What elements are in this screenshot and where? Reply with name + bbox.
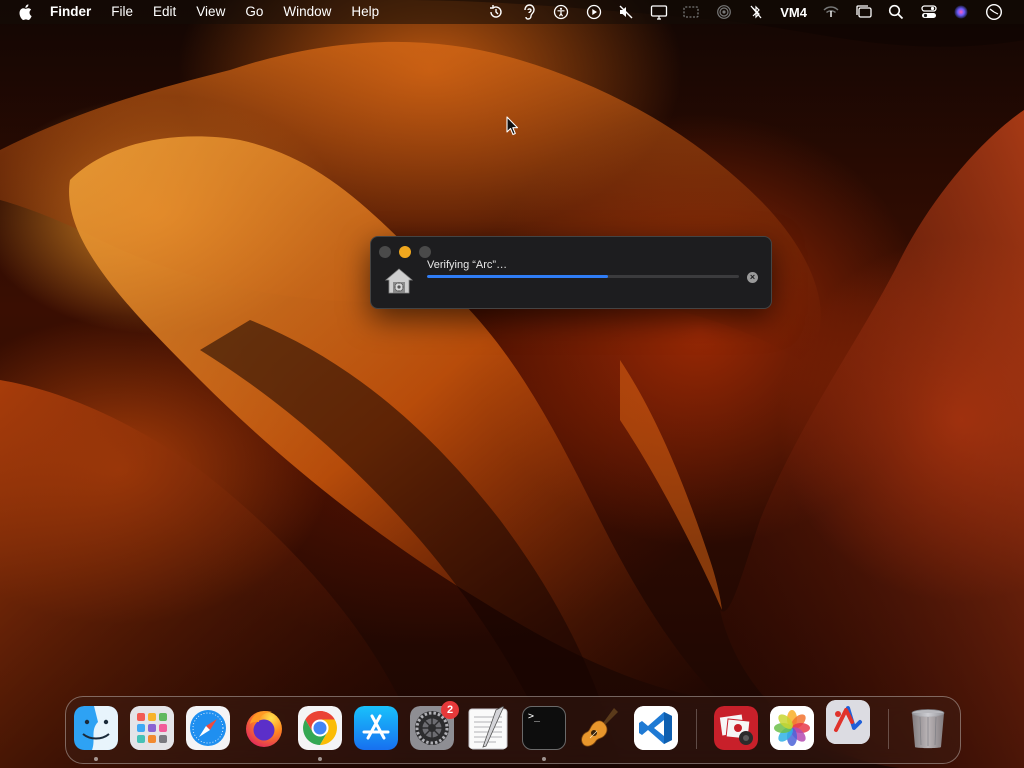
menu-window[interactable]: Window — [273, 0, 341, 24]
stop-verify-button[interactable]: × — [747, 272, 758, 283]
dock-vscode-icon[interactable] — [634, 706, 678, 750]
time-machine-icon[interactable] — [480, 0, 513, 24]
dock-finder-icon[interactable] — [74, 706, 118, 750]
dock-chrome-icon[interactable] — [298, 706, 342, 750]
no-bluetooth-icon[interactable] — [740, 0, 773, 24]
minimize-window-button[interactable] — [399, 246, 411, 258]
running-indicator — [318, 757, 322, 761]
muted-speaker-icon[interactable] — [610, 0, 643, 24]
zoom-window-button[interactable] — [419, 246, 431, 258]
dock-launchpad-icon[interactable] — [130, 706, 174, 750]
dock-trash-icon[interactable] — [906, 706, 950, 750]
screen-mirroring-icon[interactable] — [675, 0, 708, 24]
menu-file[interactable]: File — [101, 0, 143, 24]
wifi-icon[interactable] — [815, 0, 848, 24]
dock-textedit-icon[interactable] — [466, 706, 510, 750]
running-indicator — [94, 757, 98, 761]
status-area: VM4 — [480, 0, 1010, 24]
dock-app-store-icon[interactable] — [354, 706, 398, 750]
terminal-prompt: >_ — [528, 711, 541, 722]
menu-go[interactable]: Go — [235, 0, 273, 24]
screen-record-icon[interactable] — [577, 0, 610, 24]
dock-terminal-icon[interactable]: >_ — [522, 706, 566, 750]
vm-label[interactable]: VM4 — [772, 0, 815, 24]
dock-separator — [696, 709, 697, 749]
menu-edit[interactable]: Edit — [143, 0, 186, 24]
dock-safari-icon[interactable] — [186, 706, 230, 750]
close-window-button[interactable] — [379, 246, 391, 258]
hearing-icon[interactable] — [512, 0, 545, 24]
progress-bar — [427, 275, 739, 278]
apple-menu-icon[interactable] — [0, 4, 40, 20]
menu-help[interactable]: Help — [341, 0, 389, 24]
clock-icon[interactable] — [978, 0, 1011, 24]
dock-photos-icon[interactable] — [770, 706, 814, 750]
dock-separator — [888, 709, 889, 749]
dock-garageband-icon[interactable] — [578, 706, 622, 750]
menu-app-name[interactable]: Finder — [40, 0, 101, 24]
airdrop-icon[interactable] — [707, 0, 740, 24]
desktop: Finder File Edit View Go Window Help VM4… — [0, 0, 1024, 768]
stage-manager-icon[interactable] — [848, 0, 881, 24]
notification-badge: 2 — [441, 701, 459, 719]
dock-firefox-icon[interactable] — [242, 706, 286, 750]
menu-bar: Finder File Edit View Go Window Help VM4 — [0, 0, 1024, 24]
search-icon[interactable] — [880, 0, 913, 24]
verify-progress-window: Verifying “Arc”… × — [370, 236, 772, 309]
display-icon[interactable] — [642, 0, 675, 24]
verify-title: Verifying “Arc”… — [427, 259, 508, 271]
dock: 2 >_ — [65, 696, 961, 764]
running-indicator — [542, 757, 546, 761]
dock-photo-booth-icon[interactable] — [714, 706, 758, 750]
gatekeeper-house-icon — [384, 267, 414, 295]
accessibility-icon[interactable] — [545, 0, 578, 24]
control-center-icon[interactable] — [913, 0, 946, 24]
dock-instruments-icon[interactable] — [826, 700, 870, 744]
progress-fill — [427, 275, 608, 278]
mouse-cursor-icon — [506, 116, 520, 141]
menu-view[interactable]: View — [186, 0, 235, 24]
siri-icon[interactable] — [945, 0, 978, 24]
